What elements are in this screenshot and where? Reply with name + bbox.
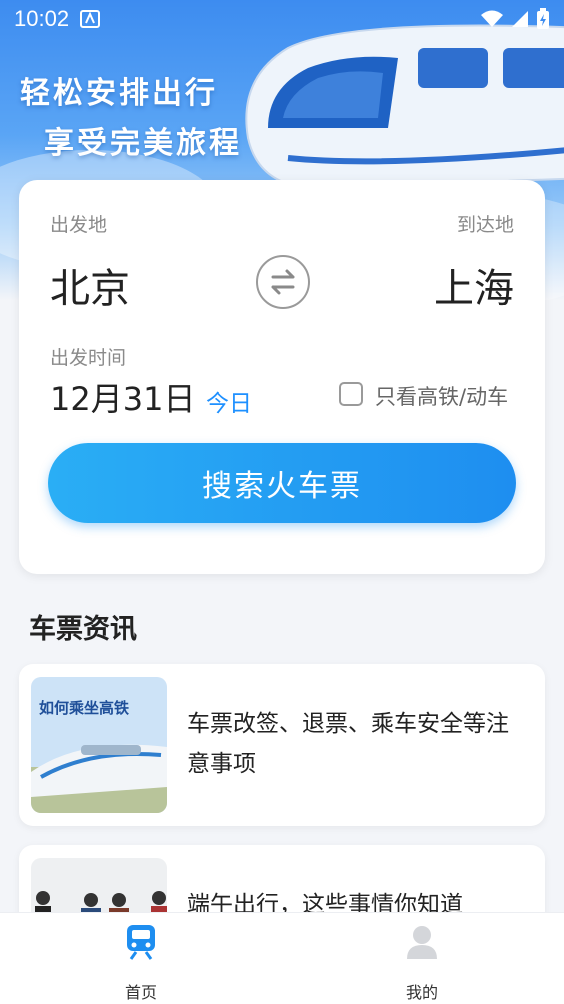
banner-line-1: 轻松安排出行 <box>20 76 218 111</box>
from-city[interactable]: 北京 <box>50 256 130 314</box>
today-tag: 今日 <box>206 391 252 417</box>
nav-mine[interactable]: 我的 <box>362 913 482 1004</box>
search-tickets-button[interactable]: 搜索火车票 <box>48 443 516 523</box>
news-item[interactable]: 如何乘坐高铁 车票改签、退票、乘车安全等注意事项 <box>19 664 545 826</box>
status-bar: 10:02 <box>0 0 564 38</box>
train-illustration <box>245 24 564 190</box>
app-notification-icon <box>80 10 101 28</box>
from-label: 出发地 <box>50 214 108 236</box>
news-section-title: 车票资讯 <box>29 614 137 645</box>
date-value[interactable]: 12月31日 <box>50 374 195 420</box>
wifi-icon <box>481 10 503 27</box>
banner-line-2: 享受完美旅程 <box>44 126 242 161</box>
to-city[interactable]: 上海 <box>434 256 514 314</box>
nav-home-label: 首页 <box>124 983 157 1002</box>
news-item-text: 车票改签、退票、乘车安全等注意事项 <box>187 711 509 777</box>
train-icon <box>127 925 155 960</box>
swap-cities-button[interactable] <box>256 255 310 309</box>
user-icon <box>407 926 437 959</box>
nav-mine-label: 我的 <box>405 983 438 1002</box>
date-label: 出发时间 <box>50 347 127 369</box>
news-thumbnail: 如何乘坐高铁 <box>31 677 167 813</box>
bottom-navigation: 首页 我的 <box>0 912 564 1004</box>
ticket-search-card: 出发地 到达地 北京 上海 出发时间 12月31日 今日 只看高铁/动车 搜索火… <box>19 180 545 574</box>
nav-home[interactable]: 首页 <box>81 913 201 1004</box>
battery-icon <box>537 8 549 29</box>
high-speed-only-checkbox[interactable] <box>339 382 363 406</box>
to-label: 到达地 <box>456 214 514 236</box>
signal-icon <box>512 11 528 27</box>
swap-icon <box>271 269 295 295</box>
high-speed-only-label[interactable]: 只看高铁/动车 <box>375 381 508 411</box>
news-thumb-text: 如何乘坐高铁 <box>39 699 129 717</box>
status-icons <box>480 8 550 30</box>
status-time: 10:02 <box>14 6 70 31</box>
